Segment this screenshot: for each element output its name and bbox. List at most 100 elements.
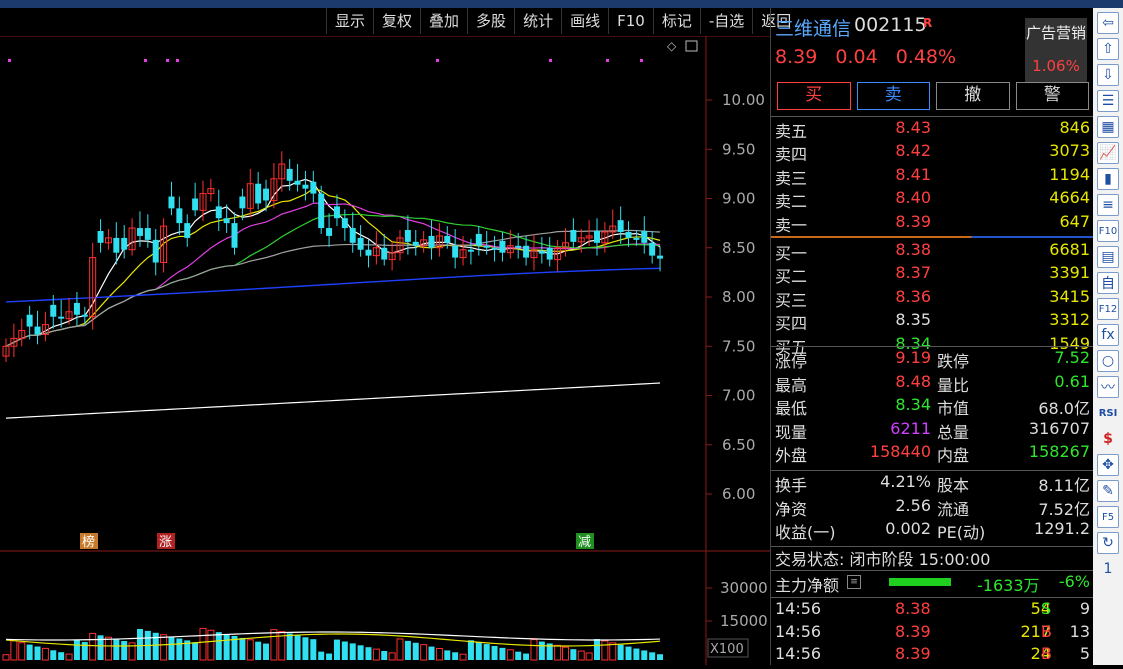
tick-direction: B [1041,644,1052,663]
main-flow-bar [889,578,951,586]
grid-icon[interactable]: ▦ [1097,116,1119,138]
divider [771,346,1094,347]
divider [771,116,1094,117]
stat-value: 1291.2 [1034,519,1090,539]
stat-value: 2.56 [895,495,931,515]
volume-bar [10,640,18,661]
volume-ma-line [5,631,661,641]
stat-value: 8.11亿 [1038,476,1090,495]
order-book-row[interactable]: 买三 8.36 3415 [771,287,1094,310]
volume-bar [491,645,498,660]
pencil-icon[interactable]: ✎ [1097,480,1119,502]
volume-bar [199,627,207,661]
volume-bar [357,645,364,660]
order-book-row[interactable]: 卖四 8.42 3073 [771,141,1094,164]
stat-value: 8.34 [895,395,931,415]
toolbar-button[interactable]: 标记 [652,8,700,34]
price-change: 0.04 [835,46,878,68]
page-icon[interactable]: 1 [1097,558,1119,580]
stat-value: 316707 [1028,418,1090,438]
candle-body [641,231,648,243]
volume-bar [246,639,254,661]
toolbar-button[interactable]: 画线 [561,8,608,34]
candle-body [302,184,309,189]
toolbar-button[interactable]: 复权 [373,8,420,34]
candle-body [255,183,262,204]
order-book-row[interactable]: 买四 8.35 3312 [771,310,1094,333]
stat-row: 现量 6211 总量 316707 [771,419,1094,442]
volume-bar [435,647,443,661]
candle-icon[interactable]: ▮ [1097,168,1119,190]
list-icon[interactable]: ≡ [847,575,861,589]
order-book-row[interactable]: 买二 8.37 3391 [771,263,1094,286]
cancel-order-button[interactable]: 撤 [936,82,1010,110]
candle-body [365,249,372,256]
level-price: 8.40 [895,188,931,208]
report-icon[interactable]: ▤ [1097,246,1119,268]
volume-bar [467,640,474,660]
order-book-row[interactable]: 卖五 8.43 846 [771,118,1094,141]
volume-bar [50,650,57,660]
refresh-icon[interactable]: ↻ [1097,532,1119,554]
move-icon[interactable]: ✥ [1097,454,1119,476]
arrow-up-icon[interactable]: ⇧ [1097,38,1119,60]
signal-dot [549,59,552,62]
candle-body [113,237,120,253]
candle-body [594,231,600,243]
arrow-down-icon[interactable]: ⇩ [1097,64,1119,86]
order-book-row[interactable]: 卖一 8.39 647 [771,212,1094,235]
news-icon[interactable]: ≡ [1097,194,1119,216]
candle-body [310,181,317,194]
kline-chart-pane[interactable]: 10.00 9.50 9.00 8.50 8.00 7.50 7.00 6.50 6.00 300… [0,35,770,665]
toolbar-button[interactable]: 叠加 [420,8,467,34]
toolbar-button[interactable]: 多股 [467,8,514,34]
sell-button[interactable]: 卖 [856,82,930,110]
tick-price: 8.39 [895,621,931,641]
circle-icon[interactable]: ○ [1097,350,1119,372]
volume-bar [215,632,222,660]
volume-bar [113,639,120,660]
volume-bar [18,642,26,661]
price-axis-label: 9.50 [722,140,755,158]
stat-value: 0.61 [1054,371,1090,391]
arrow-left-icon[interactable]: ⇦ [1097,12,1119,34]
order-book-row[interactable]: 卖三 8.41 1194 [771,165,1094,188]
dollar-icon[interactable]: $ [1097,428,1119,450]
toolbar-button[interactable]: 显示 [326,8,373,34]
price-axis-label: 6.00 [722,485,755,503]
kline-chart[interactable]: 10.00 9.50 9.00 8.50 8.00 7.50 7.00 6.50 6.00 300… [0,35,770,665]
toolbar-button[interactable]: F10 [608,8,653,34]
f5-icon[interactable]: F5 [1097,506,1119,528]
sector-box[interactable]: 广告营销 1.06% [1025,18,1087,84]
level-label: 买四 [775,314,808,334]
order-book-row[interactable]: 买一 8.38 6681 [771,240,1094,263]
order-book-row[interactable]: 卖二 8.40 4664 [771,188,1094,211]
rsi-icon[interactable]: RSI [1097,402,1119,424]
fundamental-row: 收益(一) 0.002 PE(动) 1291.2 [771,519,1094,542]
candle-body [428,235,435,248]
ma250-line [5,382,661,419]
fx-icon[interactable]: fx [1097,324,1119,346]
list-icon[interactable]: ☰ [1097,90,1119,112]
buy-button[interactable]: 买 [777,82,851,110]
volume-bar [452,652,459,660]
f10-icon[interactable]: F10 [1097,220,1119,242]
tick-time: 14:56 [775,644,822,663]
alert-button[interactable]: 警 [1015,82,1089,110]
toolbar-button[interactable]: 统计 [514,8,561,34]
candle-body [50,304,57,317]
wave-icon[interactable]: 〰 [1097,376,1119,398]
self-icon[interactable]: 自 [1097,272,1119,294]
f12-icon[interactable]: F12 [1097,298,1119,320]
main-flow-row[interactable]: 主力净额 ≡ -1633万 -6% [771,572,1094,596]
stock-name[interactable]: 三维通信 [775,14,851,41]
price-axis-label: 8.00 [722,288,755,306]
stat-value: 68.0亿 [1038,399,1090,419]
divider [771,570,1094,571]
volume-bar [577,650,585,661]
stat-row: 最高 8.48 量比 0.61 [771,372,1094,395]
stat-label: 总量 [937,422,970,442]
line-chart-icon[interactable]: 📈 [1097,142,1119,164]
level-volume: 647 [1059,211,1090,231]
toolbar-button[interactable]: -自选 [699,8,752,34]
